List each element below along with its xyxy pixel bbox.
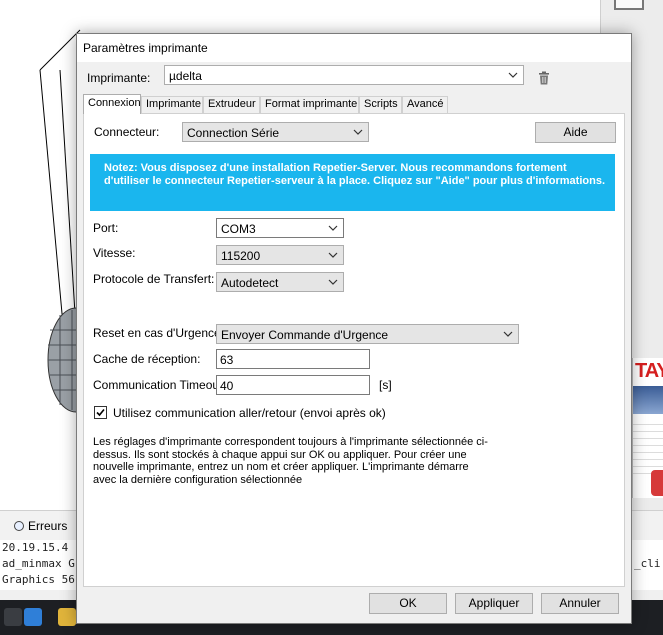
apply-button[interactable]: Appliquer [455, 593, 533, 614]
repetier-server-notice: Notez: Vous disposez d'une installation … [90, 154, 615, 211]
connexion-panel: Connecteur: Connection Série Aide Notez:… [83, 113, 625, 587]
console-right-fragment: _cli [634, 557, 661, 570]
emergency-reset-select[interactable]: Envoyer Commande d'Urgence [216, 324, 519, 344]
timeout-unit: [s] [379, 378, 392, 392]
side-banner-text: TAY [635, 360, 663, 382]
chevron-down-icon [508, 72, 518, 78]
tab-label: Connexion [88, 97, 141, 109]
printer-value: µdelta [169, 69, 202, 83]
tab-label: Format imprimante [265, 98, 358, 110]
side-banner-button[interactable] [651, 470, 663, 496]
emergency-reset-label: Reset en cas d'Urgence [93, 326, 221, 340]
taskbar-folder-icon[interactable] [58, 608, 76, 626]
cancel-button[interactable]: Annuler [541, 593, 619, 614]
protocol-label: Protocole de Transfert: [93, 272, 215, 286]
speed-label: Vitesse: [93, 246, 136, 260]
tab-connexion[interactable]: Connexion [83, 94, 141, 114]
timeout-label: Communication Timeout: [93, 378, 226, 392]
tab-label: Scripts [364, 98, 398, 110]
receive-cache-label: Cache de réception: [93, 352, 201, 366]
protocol-value: Autodetect [221, 276, 279, 290]
checkmark-icon [96, 408, 105, 417]
dialog-title: Paramètres imprimante [83, 41, 208, 55]
speed-value: 115200 [221, 249, 261, 263]
chevron-down-icon [503, 331, 513, 337]
timeout-input[interactable]: 40 [216, 375, 370, 395]
printer-label: Imprimante: [87, 71, 151, 85]
chevron-down-icon [328, 225, 338, 231]
receive-cache-value: 63 [220, 353, 234, 367]
chevron-down-icon [353, 129, 363, 135]
emergency-reset-value: Envoyer Commande d'Urgence [221, 328, 389, 342]
side-banner: TAY [632, 358, 663, 498]
tab-scripts[interactable]: Scripts [359, 96, 402, 113]
help-button[interactable]: Aide [535, 122, 616, 143]
tab-avance[interactable]: Avancé [402, 96, 448, 113]
tab-errors[interactable]: Erreurs [14, 519, 67, 533]
tab-format-imprimante[interactable]: Format imprimante [260, 96, 359, 113]
dialog-titlebar[interactable]: Paramètres imprimante [77, 34, 631, 62]
side-banner-image [633, 386, 663, 414]
pingpong-checkbox[interactable] [94, 406, 107, 419]
receive-cache-input[interactable]: 63 [216, 349, 370, 369]
connector-label: Connecteur: [94, 125, 160, 139]
port-label: Port: [93, 221, 119, 235]
speed-select[interactable]: 115200 [216, 245, 344, 265]
side-banner-lines [633, 418, 663, 478]
tab-imprimante[interactable]: Imprimante [141, 96, 203, 113]
errors-tab-label: Erreurs [28, 519, 68, 533]
printer-settings-dialog: Paramètres imprimante Imprimante: µdelta… [76, 33, 632, 624]
settings-info-text: Les réglages d'imprimante correspondent … [93, 436, 488, 486]
chevron-down-icon [328, 252, 338, 258]
chevron-down-icon [328, 279, 338, 285]
timeout-value: 40 [220, 379, 234, 393]
port-combobox[interactable]: COM3 [216, 218, 344, 238]
protocol-select[interactable]: Autodetect [216, 272, 344, 292]
window-icon[interactable] [614, 0, 644, 10]
tab-label: Extrudeur [208, 98, 256, 110]
tab-label: Imprimante [146, 98, 202, 110]
errors-radio-icon [14, 521, 24, 531]
pingpong-label[interactable]: Utilisez communication aller/retour (env… [113, 406, 386, 420]
port-value: COM3 [221, 222, 256, 236]
tab-label: Avancé [407, 98, 444, 110]
printer-combobox[interactable]: µdelta [164, 65, 524, 85]
taskbar-cube-icon[interactable] [24, 608, 42, 626]
tab-extrudeur[interactable]: Extrudeur [203, 96, 260, 113]
connector-value: Connection Série [187, 126, 280, 140]
ok-button[interactable]: OK [369, 593, 447, 614]
taskbar-app-icon[interactable] [4, 608, 22, 626]
trash-icon[interactable] [538, 71, 550, 85]
connector-select[interactable]: Connection Série [182, 122, 369, 142]
